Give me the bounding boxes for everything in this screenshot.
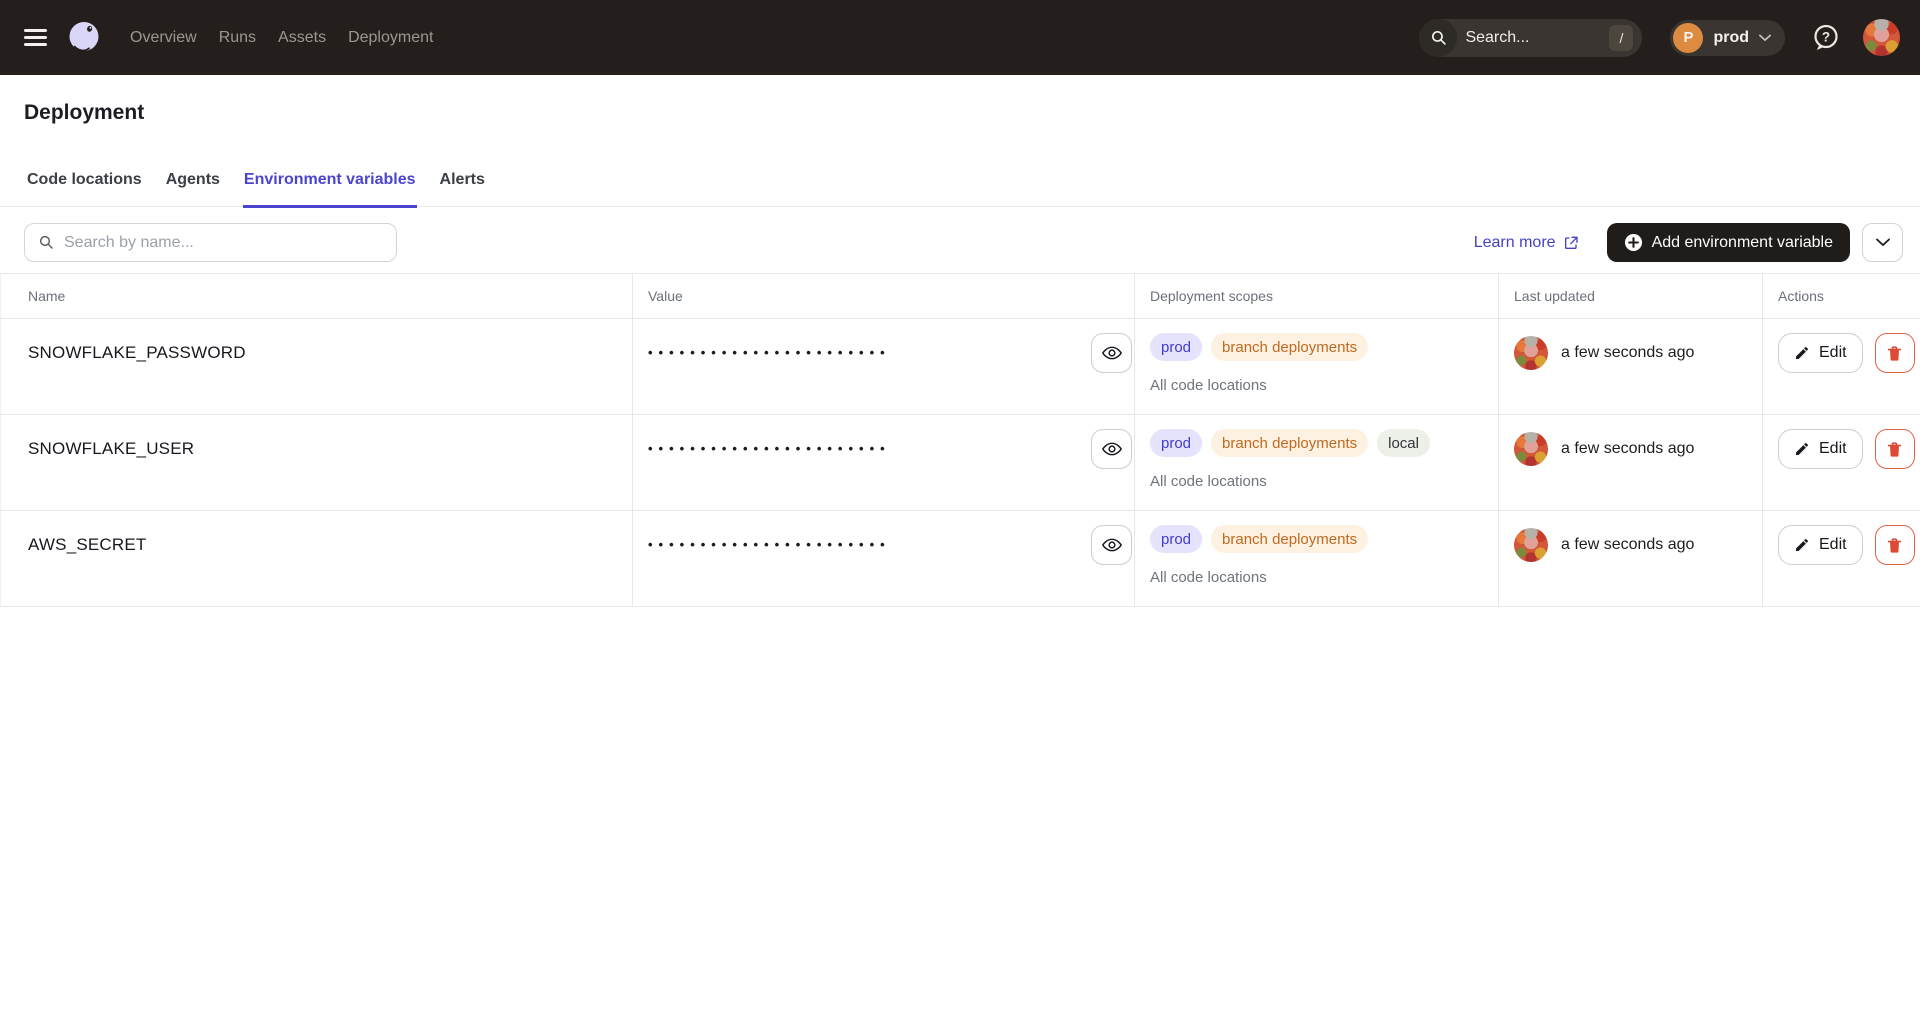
plus-circle-icon [1624, 233, 1643, 252]
masked-value: ••••••••••••••••••••••• [648, 333, 891, 373]
scope-badge: branch deployments [1211, 333, 1368, 361]
chevron-down-icon [1876, 238, 1890, 247]
scope-badge: local [1377, 429, 1430, 457]
edit-button[interactable]: Edit [1778, 333, 1863, 373]
help-icon[interactable]: ? [1811, 22, 1841, 54]
delete-button[interactable] [1875, 525, 1915, 565]
top-nav-bar: Overview Runs Assets Deployment / P prod… [0, 0, 1920, 75]
menu-icon[interactable] [24, 29, 47, 46]
column-header-value: Value [633, 274, 1135, 319]
trash-icon [1885, 344, 1904, 363]
add-environment-variable-button[interactable]: Add environment variable [1607, 223, 1850, 262]
user-avatar[interactable] [1863, 19, 1900, 56]
trash-icon [1885, 440, 1904, 459]
search-icon [38, 234, 54, 250]
learn-more-label: Learn more [1474, 234, 1556, 252]
edit-button[interactable]: Edit [1778, 525, 1863, 565]
code-locations-label: All code locations [1150, 473, 1498, 490]
tab-environment-variables[interactable]: Environment variables [243, 171, 417, 208]
last-updated-text: a few seconds ago [1561, 440, 1694, 458]
deployment-switcher[interactable]: P prod [1670, 20, 1785, 56]
eye-icon [1101, 534, 1123, 556]
show-value-button[interactable] [1091, 333, 1132, 373]
column-header-name: Name [0, 274, 633, 319]
table-row: SNOWFLAKE_PASSWORD •••••••••••••••••••••… [0, 319, 1920, 415]
nav-item-overview[interactable]: Overview [130, 29, 197, 47]
eye-icon [1101, 438, 1123, 460]
environment-variables-table: Name Value Deployment scopes Last update… [0, 273, 1920, 607]
global-search[interactable]: / [1419, 19, 1642, 57]
show-value-button[interactable] [1091, 429, 1132, 469]
svg-text:?: ? [1822, 29, 1830, 44]
chevron-down-icon [1759, 34, 1771, 42]
search-by-name-input[interactable] [24, 223, 397, 262]
eye-icon [1101, 342, 1123, 364]
nav-item-runs[interactable]: Runs [219, 29, 256, 47]
nav-item-assets[interactable]: Assets [278, 29, 326, 47]
search-icon [1419, 19, 1457, 57]
deployment-initial-badge: P [1673, 23, 1703, 53]
learn-more-link[interactable]: Learn more [1474, 234, 1579, 252]
pencil-icon [1794, 537, 1810, 553]
updated-by-avatar [1514, 336, 1548, 370]
column-header-updated: Last updated [1499, 274, 1763, 319]
tab-alerts[interactable]: Alerts [439, 171, 486, 208]
page-title: Deployment [24, 101, 1896, 125]
last-updated-text: a few seconds ago [1561, 536, 1694, 554]
masked-value: ••••••••••••••••••••••• [648, 429, 891, 469]
code-locations-label: All code locations [1150, 377, 1498, 394]
delete-button[interactable] [1875, 333, 1915, 373]
env-var-name: SNOWFLAKE_USER [28, 429, 632, 469]
updated-by-avatar [1514, 432, 1548, 466]
column-header-scopes: Deployment scopes [1135, 274, 1499, 319]
scope-badge: prod [1150, 525, 1202, 553]
last-updated-text: a few seconds ago [1561, 344, 1694, 362]
column-header-actions: Actions [1763, 274, 1920, 319]
primary-nav: Overview Runs Assets Deployment [130, 29, 433, 47]
edit-button[interactable]: Edit [1778, 429, 1863, 469]
updated-by-avatar [1514, 528, 1548, 562]
table-header-row: Name Value Deployment scopes Last update… [0, 274, 1920, 319]
show-value-button[interactable] [1091, 525, 1132, 565]
tab-code-locations[interactable]: Code locations [26, 171, 143, 208]
search-shortcut-key: / [1609, 25, 1633, 51]
tab-agents[interactable]: Agents [165, 171, 221, 208]
external-link-icon [1563, 235, 1579, 251]
trash-icon [1885, 536, 1904, 555]
dagster-logo-icon[interactable] [65, 19, 103, 57]
env-var-name: SNOWFLAKE_PASSWORD [28, 333, 632, 373]
nav-item-deployment[interactable]: Deployment [348, 29, 433, 47]
scope-badge: branch deployments [1211, 525, 1368, 553]
add-options-dropdown-button[interactable] [1862, 223, 1903, 262]
pencil-icon [1794, 441, 1810, 457]
masked-value: ••••••••••••••••••••••• [648, 525, 891, 565]
scope-badge: prod [1150, 429, 1202, 457]
pencil-icon [1794, 345, 1810, 361]
table-row: AWS_SECRET ••••••••••••••••••••••• prod … [0, 511, 1920, 607]
scope-badge: prod [1150, 333, 1202, 361]
delete-button[interactable] [1875, 429, 1915, 469]
env-var-toolbar: Learn more Add environment variable [24, 223, 1903, 262]
deployment-switcher-label: prod [1713, 29, 1749, 47]
toolbar-actions: Learn more Add environment variable [1474, 223, 1903, 262]
filter-search [24, 223, 397, 262]
scope-badge: branch deployments [1211, 429, 1368, 457]
global-search-input[interactable] [1465, 29, 1575, 47]
table-row: SNOWFLAKE_USER ••••••••••••••••••••••• p… [0, 415, 1920, 511]
deployment-tabs: Code locations Agents Environment variab… [0, 171, 1920, 207]
code-locations-label: All code locations [1150, 569, 1498, 586]
env-var-name: AWS_SECRET [28, 525, 632, 565]
